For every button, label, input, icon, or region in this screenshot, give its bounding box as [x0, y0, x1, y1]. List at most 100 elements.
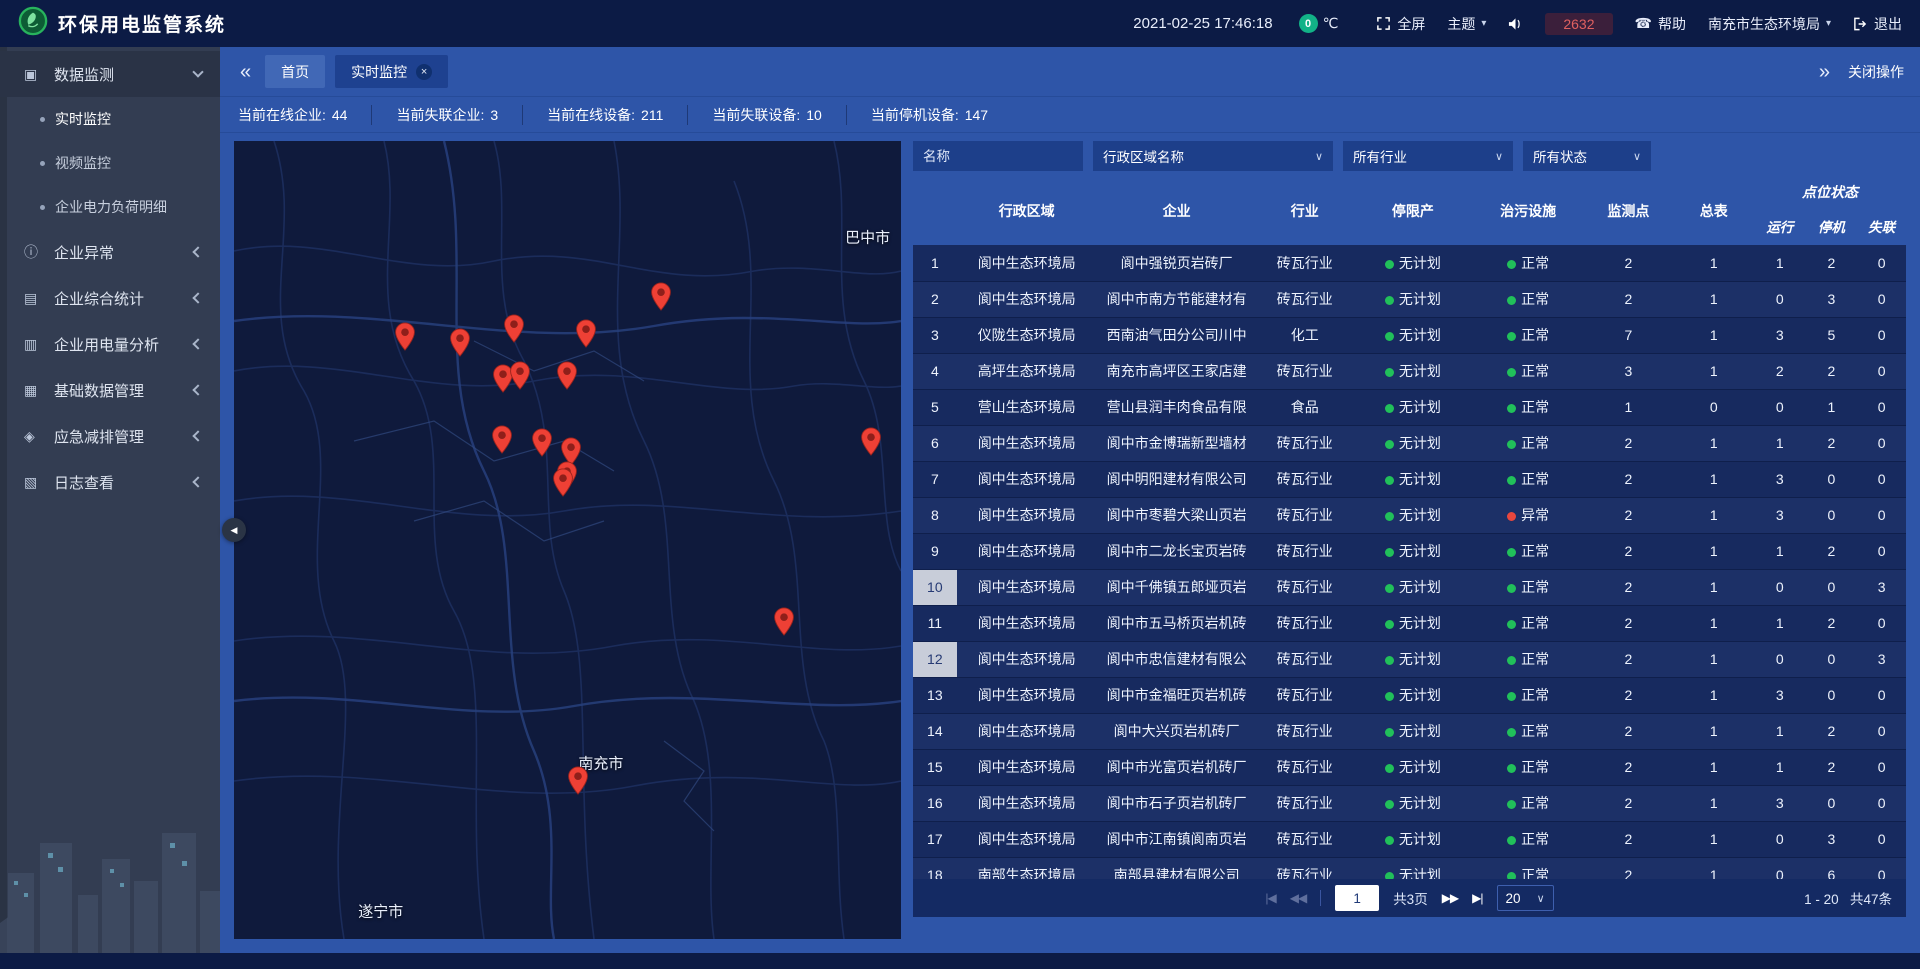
chevron-down-icon: ∨	[1315, 150, 1323, 163]
table-row[interactable]: 14阆中生态环境局阆中大兴页岩机砖厂砖瓦行业无计划正常21120	[913, 713, 1906, 749]
facility-status-cell: 正常	[1473, 677, 1583, 713]
table-row[interactable]: 18南部生态环境局南部县建材有限公司砖瓦行业无计划正常21060	[913, 857, 1906, 879]
map-pin[interactable]	[552, 468, 574, 497]
map-panel[interactable]: 巴中市南充市遂宁市	[234, 141, 901, 939]
table-row[interactable]: 2阆中生态环境局阆中市南方节能建材有砖瓦行业无计划正常21030	[913, 281, 1906, 317]
status-filter-select[interactable]: 所有状态 ∨	[1523, 141, 1651, 171]
alarm-count-badge[interactable]: 2632	[1545, 13, 1612, 35]
sidebar-collapse-button[interactable]: ◀	[222, 518, 246, 542]
next-page-button[interactable]: ▶▶	[1442, 891, 1458, 905]
map-pin[interactable]	[860, 427, 882, 456]
table-row[interactable]: 9阆中生态环境局阆中市二龙长宝页岩砖砖瓦行业无计划正常21120	[913, 533, 1906, 569]
map-pin[interactable]	[575, 319, 597, 348]
table-row[interactable]: 12阆中生态环境局阆中市忠信建材有限公砖瓦行业无计划正常21003	[913, 641, 1906, 677]
table-row[interactable]: 15阆中生态环境局阆中市光富页岩机砖厂砖瓦行业无计划正常21120	[913, 749, 1906, 785]
meters-cell: 1	[1674, 605, 1754, 641]
bullet-icon	[40, 161, 45, 166]
page-number-input[interactable]: 1	[1335, 885, 1379, 911]
table-row[interactable]: 4高坪生态环境局南充市高坪区王家店建砖瓦行业无计划正常31220	[913, 353, 1906, 389]
map-pin[interactable]	[449, 328, 471, 357]
status-dot-icon	[1507, 836, 1516, 845]
close-operations-button[interactable]: 关闭操作	[1848, 62, 1904, 82]
fullscreen-button[interactable]: 全屏	[1376, 14, 1425, 34]
table-row[interactable]: 5营山生态环境局营山县润丰肉食品有限食品无计划正常10010	[913, 389, 1906, 425]
industry-cell: 砖瓦行业	[1257, 569, 1353, 605]
last-page-button[interactable]: ▶|	[1472, 891, 1482, 905]
first-page-button[interactable]: |◀	[1265, 891, 1275, 905]
table-row[interactable]: 1阆中生态环境局阆中强锐页岩砖厂砖瓦行业无计划正常21120	[913, 245, 1906, 281]
industry-filter-select[interactable]: 所有行业 ∨	[1343, 141, 1513, 171]
offline-cell: 0	[1857, 533, 1906, 569]
close-icon[interactable]: ×	[416, 64, 432, 80]
sidebar-group-log-view[interactable]: ▧日志查看	[0, 459, 220, 505]
stat-value: 3	[490, 107, 498, 123]
table-row[interactable]: 7阆中生态环境局阆中明阳建材有限公司砖瓦行业无计划正常21300	[913, 461, 1906, 497]
table-row[interactable]: 6阆中生态环境局阆中市金博瑞新型墙材砖瓦行业无计划正常21120	[913, 425, 1906, 461]
stats-bar: 当前在线企业:44当前失联企业:3当前在线设备:211当前失联设备:10当前停机…	[220, 97, 1920, 133]
map-pin[interactable]	[491, 425, 513, 454]
table-row[interactable]: 11阆中生态环境局阆中市五马桥页岩机砖砖瓦行业无计划正常21120	[913, 605, 1906, 641]
table-row[interactable]: 13阆中生态环境局阆中市金福旺页岩机砖砖瓦行业无计划正常21300	[913, 677, 1906, 713]
prev-page-button[interactable]: ◀◀	[1290, 891, 1306, 905]
stat-online-companies: 当前在线企业:44	[236, 105, 371, 125]
map-pin[interactable]	[650, 282, 672, 311]
theme-menu[interactable]: 主题 ▾	[1447, 14, 1486, 34]
table-row[interactable]: 3仪陇生态环境局西南油气田分公司川中化工无计划正常71350	[913, 317, 1906, 353]
meters-cell: 1	[1674, 569, 1754, 605]
facility-status-cell: 正常	[1473, 569, 1583, 605]
sidebar-item-power-load-detail[interactable]: 企业电力负荷明细	[0, 185, 220, 229]
map-pin[interactable]	[567, 766, 589, 795]
chevron-down-icon	[192, 66, 203, 77]
row-index-cell: 2	[913, 281, 957, 317]
tabs-scroll-right-button[interactable]: »	[1815, 62, 1834, 82]
map-pin[interactable]	[509, 361, 531, 390]
table-row[interactable]: 8阆中生态环境局阆中市枣碧大梁山页岩砖瓦行业无计划异常21300	[913, 497, 1906, 533]
map-pin[interactable]	[531, 428, 553, 457]
offline-cell: 0	[1857, 857, 1906, 879]
map-pin[interactable]	[773, 607, 795, 636]
table-row[interactable]: 16阆中生态环境局阆中市石子页岩机砖厂砖瓦行业无计划正常21300	[913, 785, 1906, 821]
voice-alert-button[interactable]	[1508, 17, 1523, 31]
sidebar-group-company-statistics[interactable]: ▤企业综合统计	[0, 275, 220, 321]
tabs-scroll-left-button[interactable]: «	[236, 62, 255, 82]
status-dot-icon	[1385, 296, 1394, 305]
sidebar-group-company-abnormal[interactable]: ⓘ企业异常	[0, 229, 220, 275]
region-cell: 营山生态环境局	[957, 389, 1097, 425]
company-cell: 阆中强锐页岩砖厂	[1097, 245, 1257, 281]
page-size-select[interactable]: 20 ∨	[1497, 885, 1554, 911]
status-dot-icon	[1507, 620, 1516, 629]
sidebar-group-power-usage-analysis[interactable]: ▥企业用电量分析	[0, 321, 220, 367]
org-menu[interactable]: 南充市生态环境局 ▾	[1708, 14, 1831, 34]
meters-cell: 1	[1674, 461, 1754, 497]
status-filter-value: 所有状态	[1533, 146, 1587, 166]
map-pin[interactable]	[394, 322, 416, 351]
region-filter-select[interactable]: 行政区域名称 ∨	[1093, 141, 1333, 171]
production-status-cell: 无计划	[1353, 677, 1473, 713]
running-cell: 0	[1754, 641, 1806, 677]
tab-home[interactable]: 首页	[265, 55, 325, 88]
points-cell: 2	[1583, 749, 1673, 785]
map-pin[interactable]	[503, 314, 525, 343]
name-filter-input[interactable]	[913, 141, 1083, 171]
running-cell: 2	[1754, 353, 1806, 389]
stopped-cell: 5	[1806, 317, 1858, 353]
sidebar-item-video-monitor[interactable]: 视频监控	[0, 141, 220, 185]
sidebar-group-emergency-reduction[interactable]: ◈应急减排管理	[0, 413, 220, 459]
industry-cell: 砖瓦行业	[1257, 245, 1353, 281]
sidebar-item-realtime-monitor[interactable]: 实时监控	[0, 97, 220, 141]
offline-cell: 0	[1857, 677, 1906, 713]
company-cell: 阆中市枣碧大梁山页岩	[1097, 497, 1257, 533]
facility-status-cell: 正常	[1473, 317, 1583, 353]
sidebar-group-data-monitoring[interactable]: ▣数据监测	[0, 51, 220, 97]
tab-realtime-monitor[interactable]: 实时监控 ×	[335, 55, 448, 88]
production-status-cell: 无计划	[1353, 749, 1473, 785]
table-row[interactable]: 10阆中生态环境局阆中千佛镇五郎垭页岩砖瓦行业无计划正常21003	[913, 569, 1906, 605]
sidebar-group-base-data[interactable]: ▦基础数据管理	[0, 367, 220, 413]
logout-button[interactable]: 退出	[1853, 14, 1902, 34]
map-pin[interactable]	[556, 361, 578, 390]
records-range-label: 1 - 20 共47条	[1804, 888, 1892, 908]
chevron-down-icon: ∨	[1633, 150, 1641, 163]
main-area: ◀	[220, 133, 1920, 953]
help-button[interactable]: ☎ 帮助	[1635, 14, 1686, 34]
table-row[interactable]: 17阆中生态环境局阆中市江南镇阆南页岩砖瓦行业无计划正常21030	[913, 821, 1906, 857]
